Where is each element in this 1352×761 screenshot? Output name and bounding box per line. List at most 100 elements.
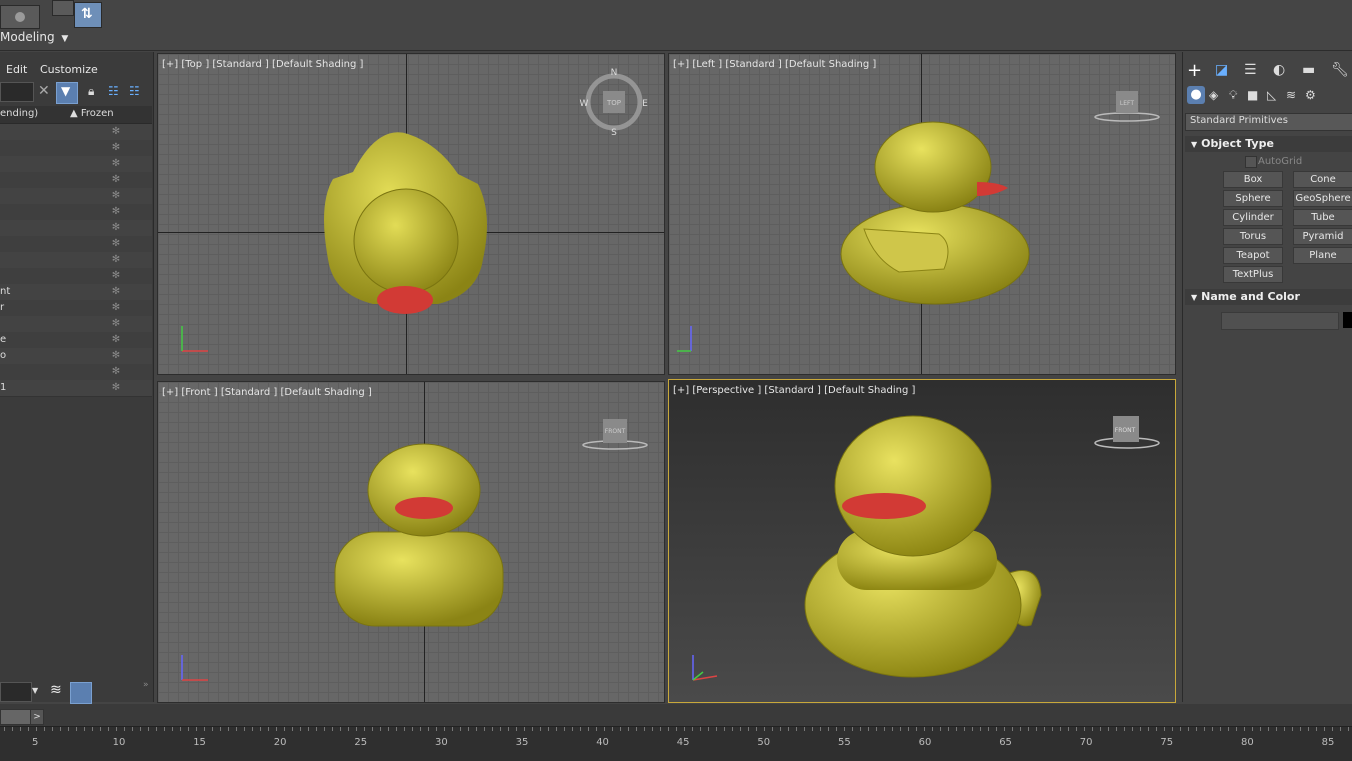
list-item[interactable]: ✻ [0, 364, 152, 381]
spacewarps-icon[interactable]: ≋ [1286, 88, 1296, 102]
viewport-front[interactable]: [+] [Front ] [Standard ] [Default Shadin… [157, 381, 665, 703]
geometry-icon[interactable]: ● [1187, 86, 1205, 104]
frozen-toggle-icon[interactable]: ✻ [80, 156, 152, 172]
list-item[interactable]: o ✻ [0, 348, 152, 365]
viewcube-perspective[interactable]: FRONT [1094, 416, 1160, 449]
frozen-toggle-icon[interactable]: ✻ [80, 332, 152, 348]
frozen-toggle-icon[interactable]: ✻ [80, 124, 152, 140]
list-item[interactable]: ✻ [0, 172, 152, 189]
list-item[interactable]: r ✻ [0, 300, 152, 317]
object-type-button-tube[interactable]: Tube [1293, 209, 1352, 226]
viewport-left[interactable]: [+] [Left ] [Standard ] [Default Shading… [668, 53, 1176, 375]
explorer-bottom-field[interactable] [0, 682, 32, 702]
frozen-toggle-icon[interactable]: ✻ [80, 220, 152, 236]
category-dropdown[interactable]: Standard Primitives [1185, 113, 1352, 131]
workspace-dropdown[interactable]: Modeling ▼ [0, 30, 68, 44]
viewport-perspective[interactable]: [+] [Perspective ] [Standard ] [Default … [668, 379, 1176, 703]
list-item[interactable]: ✻ [0, 252, 152, 269]
object-type-rollout[interactable]: ▼ Object Type [1185, 136, 1352, 152]
time-slider-field[interactable] [0, 709, 32, 725]
menu-customize[interactable]: Customize [40, 63, 98, 76]
timeline-tick-mark [1004, 727, 1005, 731]
object-type-button-cylinder[interactable]: Cylinder [1223, 209, 1283, 226]
expand-icon[interactable]: » [143, 680, 149, 690]
hierarchy-tab-icon[interactable]: ☰ [1244, 62, 1257, 78]
list-item[interactable]: ✻ [0, 204, 152, 221]
cameras-icon[interactable]: ■ [1247, 88, 1258, 102]
object-type-button-geosphere[interactable]: GeoSphere [1293, 190, 1352, 207]
column-frozen-header[interactable]: ▲ Frozen [70, 108, 114, 119]
timeline-tick-mark [780, 727, 781, 731]
frozen-toggle-icon[interactable]: ✻ [80, 188, 152, 204]
viewport-top[interactable]: [+] [Top ] [Standard ] [Default Shading … [157, 53, 665, 375]
explorer-search-input[interactable] [0, 82, 34, 102]
frozen-toggle-icon[interactable]: ✻ [80, 172, 152, 188]
list-item[interactable]: ✻ [0, 316, 152, 333]
frozen-toggle-icon[interactable]: ✻ [80, 348, 152, 364]
frozen-toggle-icon[interactable]: ✻ [80, 300, 152, 316]
utilities-tab-icon[interactable]: 🔧︎ [1331, 62, 1349, 78]
rollout-toggle-icon: ▼ [1191, 140, 1198, 149]
list-item[interactable]: ✻ [0, 140, 152, 157]
object-type-button-cone[interactable]: Cone [1293, 171, 1352, 188]
hierarchy-alt-icon[interactable]: ☷ [129, 84, 140, 98]
list-item[interactable]: 1 ✻ [0, 380, 152, 397]
record-button[interactable] [0, 5, 40, 29]
shapes-icon[interactable]: ◈ [1209, 88, 1218, 102]
object-type-button-torus[interactable]: Torus [1223, 228, 1283, 245]
chevron-down-icon[interactable]: ▼ [32, 686, 38, 695]
timeline-tick-mark [516, 727, 517, 731]
object-type-button-sphere[interactable]: Sphere [1223, 190, 1283, 207]
frozen-toggle-icon[interactable]: ✻ [80, 268, 152, 284]
frozen-toggle-icon[interactable]: ✻ [80, 204, 152, 220]
frozen-toggle-icon[interactable]: ✻ [80, 380, 152, 396]
list-item[interactable]: ✻ [0, 188, 152, 205]
timeline-tick-mark [92, 727, 93, 731]
helpers-icon[interactable]: ◺ [1267, 88, 1276, 102]
layers-icon[interactable]: ≋ [50, 682, 62, 698]
viewcube-compass[interactable]: TOP N S E W [580, 68, 649, 138]
hierarchy-icon[interactable]: ☷ [108, 84, 119, 98]
list-item[interactable]: ✻ [0, 268, 152, 285]
name-color-rollout[interactable]: ▼ Name and Color [1185, 289, 1352, 305]
object-type-button-plane[interactable]: Plane [1293, 247, 1352, 264]
lock-icon[interactable]: 🔒︎ [88, 84, 94, 99]
column-name-header[interactable]: ending) [0, 108, 38, 119]
object-name-input[interactable] [1221, 312, 1339, 330]
modify-tab-icon[interactable]: ◪ [1215, 62, 1228, 78]
object-type-button-pyramid[interactable]: Pyramid [1293, 228, 1352, 245]
list-item[interactable]: ✻ [0, 156, 152, 173]
list-item[interactable]: ✻ [0, 124, 152, 141]
object-type-button-box[interactable]: Box [1223, 171, 1283, 188]
lights-icon[interactable]: 💡︎ [1229, 88, 1237, 103]
object-type-button-textplus[interactable]: TextPlus [1223, 266, 1283, 283]
viewcube-left[interactable]: LEFT [1094, 91, 1160, 122]
autogrid-checkbox[interactable] [1245, 156, 1257, 168]
display-tab-icon[interactable]: ▬ [1302, 62, 1315, 78]
list-item[interactable]: nt ✻ [0, 284, 152, 301]
viewcube-front[interactable]: FRONT [582, 419, 648, 450]
frozen-toggle-icon[interactable]: ✻ [80, 252, 152, 268]
frozen-toggle-icon[interactable]: ✻ [80, 236, 152, 252]
sort-button[interactable]: ⇅ [74, 2, 102, 28]
list-item[interactable]: ✻ [0, 236, 152, 253]
object-color-swatch[interactable] [1343, 312, 1352, 328]
list-item[interactable]: e ✻ [0, 332, 152, 349]
next-frame-button[interactable]: > [30, 709, 44, 725]
frozen-toggle-icon[interactable]: ✻ [80, 364, 152, 380]
filter-button[interactable]: ▼ [56, 82, 78, 104]
close-icon[interactable]: ✕ [38, 83, 50, 99]
frozen-toggle-icon[interactable]: ✻ [80, 316, 152, 332]
list-item[interactable]: ✻ [0, 220, 152, 237]
timeline-tick-mark [876, 727, 877, 731]
systems-icon[interactable]: ⚙︎ [1305, 88, 1316, 102]
toolbar-small-button[interactable] [52, 0, 74, 16]
object-type-button-teapot[interactable]: Teapot [1223, 247, 1283, 264]
scene-explorer-button[interactable] [70, 682, 92, 704]
frozen-toggle-icon[interactable]: ✻ [80, 140, 152, 156]
create-tab-icon[interactable]: + [1187, 60, 1202, 81]
motion-tab-icon[interactable]: ◐ [1273, 62, 1285, 78]
timeline[interactable]: 5 10 15 20 25 30 35 40 45 50 55 60 65 70 75 80 85 [0, 726, 1352, 761]
frozen-toggle-icon[interactable]: ✻ [80, 284, 152, 300]
menu-edit[interactable]: Edit [6, 63, 27, 76]
